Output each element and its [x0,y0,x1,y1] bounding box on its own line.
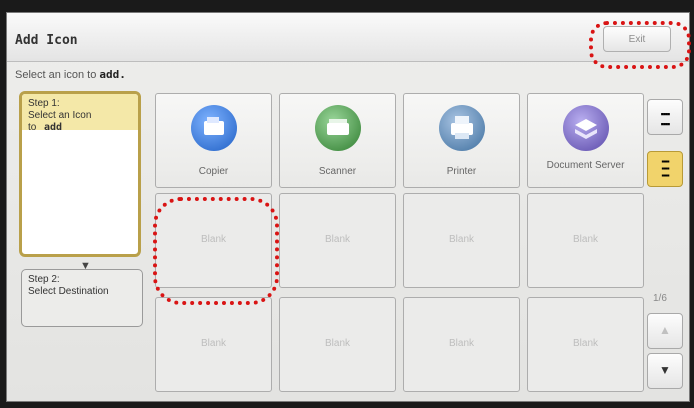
tile-blank-label: Blank [200,338,226,349]
tile-blank[interactable]: Blank [527,193,644,288]
tile-copier-label: Copier [198,166,229,177]
tile-blank-label: Blank [448,338,474,349]
tile-scanner[interactable]: Scanner [279,93,396,188]
large-grid-icon: ▪▪▪▪ ▪▪▪▪ ▪▪▪▪ [661,157,669,180]
tile-scanner-label: Scanner [318,166,357,177]
step1-bold: add [44,122,63,133]
step1-title: Step 1: [28,98,60,109]
page-indicator: 1/6 [653,293,667,304]
tile-blank[interactable]: Blank [279,193,396,288]
copier-icon [191,105,237,151]
device-screen: Add Icon Exit Select an icon to add. Ste… [6,12,691,402]
step1-line2: to [28,122,37,133]
tile-blank[interactable]: Blank [403,193,520,288]
step2-panel: Step 2: Select Destination [21,269,143,327]
page-title: Add Icon [15,33,78,48]
tile-blank-label: Blank [324,338,350,349]
tile-document-server-label: Document Server [546,160,625,171]
step1-line1: Select an Icon [28,110,92,121]
instruction-action: add. [99,68,126,81]
step2-title: Step 2: [28,274,60,285]
tile-blank[interactable]: Blank [155,297,272,392]
title-bar: Add Icon Exit [7,13,689,62]
scanner-icon [315,105,361,151]
step2-line1: Select Destination [28,286,109,297]
tile-printer-label: Printer [446,166,477,177]
tile-blank-label: Blank [572,234,598,245]
step1-panel: Step 1: Select an Icon to add [19,91,141,257]
tile-blank-label: Blank [324,234,350,245]
tile-blank-label: Blank [200,234,226,245]
page-down-button[interactable]: ▼ [647,353,683,389]
down-arrow-icon: ▼ [659,363,671,377]
tile-copier[interactable]: Copier [155,93,272,188]
tile-blank[interactable]: Blank [155,193,272,288]
up-arrow-icon: ▲ [659,323,671,337]
tile-printer[interactable]: Printer [403,93,520,188]
instruction-text: Select an icon to add. [15,68,126,81]
document-server-icon [563,105,609,151]
tile-blank[interactable]: Blank [403,297,520,392]
tile-blank-label: Blank [572,338,598,349]
large-grid-view-button[interactable]: ▪▪▪▪ ▪▪▪▪ ▪▪▪▪ [647,151,683,187]
small-grid-icon: ▪▪▪▪ ▪▪▪▪ [660,109,671,129]
printer-icon [439,105,485,151]
tile-blank[interactable]: Blank [527,297,644,392]
tile-blank[interactable]: Blank [279,297,396,392]
exit-button[interactable]: Exit [603,26,671,52]
instruction-prefix: Select an icon to [15,69,97,81]
page-up-button[interactable]: ▲ [647,313,683,349]
tile-blank-label: Blank [448,234,474,245]
tile-document-server[interactable]: Document Server [527,93,644,188]
small-grid-view-button[interactable]: ▪▪▪▪ ▪▪▪▪ [647,99,683,135]
